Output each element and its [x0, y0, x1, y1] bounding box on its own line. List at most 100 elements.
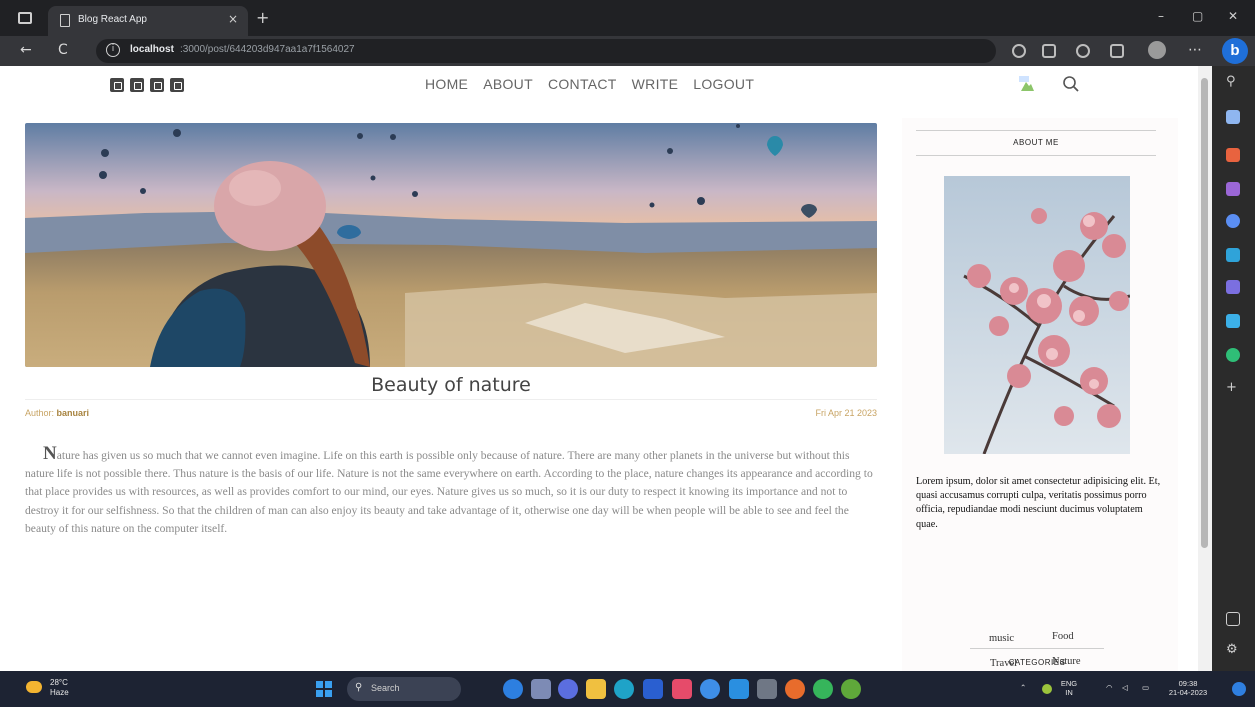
restore-button[interactable]: ▢: [1192, 9, 1203, 23]
tab-actions-icon[interactable]: [18, 12, 32, 24]
instagram-square-icon[interactable]: [170, 78, 184, 92]
battery-icon[interactable]: ▭: [1142, 683, 1149, 692]
post-title: Beauty of nature: [371, 374, 531, 396]
close-window-button[interactable]: ✕: [1228, 9, 1238, 23]
favorites-icon[interactable]: [1076, 44, 1090, 58]
clock[interactable]: 09:38 21-04-2023: [1166, 679, 1210, 697]
sidebar-layout-icon[interactable]: [1226, 612, 1240, 626]
weather-widget[interactable]: 28°C Haze: [50, 678, 69, 698]
taskbar-app-1-icon[interactable]: [503, 679, 523, 699]
bing-chat-button[interactable]: b: [1222, 38, 1248, 64]
post-body: Nature has given us so much that we cann…: [25, 443, 879, 538]
wifi-icon[interactable]: ◠: [1106, 683, 1113, 692]
post-body-text: ature has given us so much that we canno…: [25, 449, 873, 535]
sidebar-shopping-icon[interactable]: [1226, 148, 1240, 162]
site-info-icon[interactable]: i: [106, 43, 120, 57]
category-music[interactable]: music: [989, 633, 1014, 644]
tray-chevron-icon[interactable]: ⌃: [1020, 683, 1026, 692]
post-date: Fri Apr 21 2023: [815, 408, 877, 418]
post-body-dropcap: N: [43, 443, 57, 464]
weather-desc: Haze: [50, 688, 69, 697]
volume-icon[interactable]: ◁: [1122, 683, 1128, 692]
nav-write[interactable]: WRITE: [632, 76, 679, 92]
twitter-square-icon[interactable]: [130, 78, 144, 92]
taskbar-app-10-icon[interactable]: [757, 679, 777, 699]
profile-avatar[interactable]: [1148, 41, 1166, 59]
language-indicator[interactable]: ENG IN: [1060, 679, 1078, 697]
sidebar: ABOUT ME Lorem ipsum, dolor sit amet con…: [902, 118, 1178, 671]
sidebar-tree-icon[interactable]: [1226, 348, 1240, 362]
back-button[interactable]: ←: [20, 42, 32, 58]
tray-app-icon[interactable]: [1042, 684, 1052, 694]
edge-sidebar: ⚲ + ⚙: [1212, 66, 1255, 671]
minimize-button[interactable]: –: [1158, 9, 1164, 23]
sidebar-settings-icon[interactable]: ⚙: [1226, 642, 1238, 657]
collections-icon[interactable]: [1042, 44, 1056, 58]
browser-tab-bar: Blog React App × + – ▢ ✕: [0, 0, 1255, 36]
category-nature[interactable]: Nature: [1052, 656, 1081, 667]
sidebar-discover-icon[interactable]: [1226, 110, 1240, 124]
page-scrollbar-thumb[interactable]: [1201, 78, 1208, 548]
taskbar-chrome-icon[interactable]: [700, 679, 720, 699]
about-title: ABOUT ME: [1013, 138, 1059, 147]
post-author: Author: banuari: [25, 408, 89, 418]
tab-close-icon[interactable]: ×: [228, 12, 238, 26]
taskbar-app-11-icon[interactable]: [785, 679, 805, 699]
reload-button[interactable]: C: [58, 42, 68, 58]
browser-tab[interactable]: Blog React App ×: [48, 6, 248, 36]
start-button[interactable]: [316, 681, 332, 697]
taskbar-search-placeholder: Search: [371, 683, 400, 693]
taskbar-app-13-icon[interactable]: [841, 679, 861, 699]
tab-title: Blog React App: [78, 14, 147, 25]
nav-about[interactable]: ABOUT: [483, 76, 533, 92]
author-name-link[interactable]: banuari: [57, 408, 90, 418]
browser-toolbar: ← C i localhost :3000/post/644203d947aa1…: [0, 36, 1255, 66]
pinterest-square-icon[interactable]: [150, 78, 164, 92]
taskbar-chat-icon[interactable]: [558, 679, 578, 699]
read-aloud-icon[interactable]: [1012, 44, 1026, 58]
taskbar-app-7-icon[interactable]: [672, 679, 692, 699]
taskbar-search-icon: ⚲: [355, 682, 363, 693]
taskbar-search[interactable]: ⚲ Search: [347, 677, 461, 701]
url-path: :3000/post/644203d947aa1a7f1564027: [180, 44, 355, 55]
sidebar-office-icon[interactable]: [1226, 248, 1240, 262]
taskbar-whatsapp-icon[interactable]: [813, 679, 833, 699]
about-me-text: Lorem ipsum, dolor sit amet consectetur …: [916, 476, 1161, 530]
notifications-icon[interactable]: [1232, 682, 1246, 696]
taskbar-explorer-icon[interactable]: [586, 679, 606, 699]
sidebar-add-icon[interactable]: +: [1226, 380, 1237, 395]
about-title-top-line: [916, 130, 1156, 131]
user-avatar-icon[interactable]: [1018, 74, 1036, 94]
author-label: Author:: [25, 408, 57, 418]
taskbar-edge-icon[interactable]: [614, 679, 634, 699]
nav-contact[interactable]: CONTACT: [548, 76, 617, 92]
nav-home[interactable]: HOME: [425, 76, 468, 92]
sidebar-games-icon[interactable]: [1226, 214, 1240, 228]
sidebar-outlook-icon[interactable]: [1226, 280, 1240, 294]
category-travel[interactable]: Travel: [990, 658, 1017, 669]
nav-logout[interactable]: LOGOUT: [693, 76, 754, 92]
new-tab-button[interactable]: +: [256, 8, 269, 27]
about-me-image: [944, 176, 1130, 454]
sidebar-tools-icon[interactable]: [1226, 182, 1240, 196]
main-nav: HOME ABOUT CONTACT WRITE LOGOUT: [425, 76, 754, 92]
taskbar-vscode-icon[interactable]: [729, 679, 749, 699]
categories-title-top-line: [970, 648, 1104, 649]
facebook-square-icon[interactable]: [110, 78, 124, 92]
language-top: ENG: [1060, 679, 1078, 688]
url-host: localhost: [130, 44, 174, 55]
category-food[interactable]: Food: [1052, 631, 1074, 642]
search-icon[interactable]: [1062, 75, 1080, 93]
taskbar-app-2-icon[interactable]: [531, 679, 551, 699]
more-options-icon[interactable]: ⋯: [1188, 42, 1202, 58]
about-title-bottom-line: [916, 155, 1156, 156]
address-bar[interactable]: i localhost :3000/post/644203d947aa1a7f1…: [96, 39, 996, 63]
extensions-icon[interactable]: [1110, 44, 1124, 58]
page-scrollbar[interactable]: [1198, 66, 1212, 671]
sidebar-drop-icon[interactable]: [1226, 314, 1240, 328]
sidebar-search-icon[interactable]: ⚲: [1226, 74, 1236, 89]
page-icon: [60, 14, 70, 27]
weather-icon[interactable]: [26, 681, 42, 693]
social-icons: [110, 78, 184, 92]
taskbar-store-icon[interactable]: [643, 679, 663, 699]
